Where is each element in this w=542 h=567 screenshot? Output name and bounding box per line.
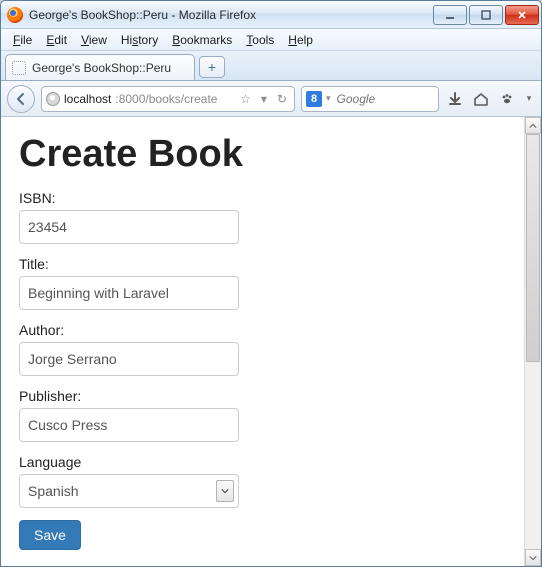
select-dropdown-button[interactable] xyxy=(216,480,234,502)
chevron-down-icon xyxy=(529,554,537,562)
toolbar-extra-button[interactable] xyxy=(497,89,517,109)
firefox-icon xyxy=(7,7,23,23)
menubar: File Edit View History Bookmarks Tools H… xyxy=(1,29,541,51)
home-button[interactable] xyxy=(471,89,491,109)
scroll-thumb[interactable] xyxy=(526,134,540,362)
scroll-track[interactable] xyxy=(525,134,541,549)
back-arrow-icon xyxy=(13,91,29,107)
paw-icon xyxy=(499,91,515,107)
title-input[interactable] xyxy=(19,276,239,310)
isbn-input[interactable] xyxy=(19,210,239,244)
url-rest: :8000/books/create xyxy=(115,92,217,106)
search-engine-icon: 8 xyxy=(306,91,322,107)
window-title: George's BookShop::Peru - Mozilla Firefo… xyxy=(29,8,433,22)
scroll-down-button[interactable] xyxy=(525,549,541,566)
menu-tools[interactable]: Tools xyxy=(240,32,280,48)
tab-label: George's BookShop::Peru xyxy=(32,61,171,75)
page-content: Create Book ISBN: Title: Author: Publish… xyxy=(1,117,524,566)
save-button[interactable]: Save xyxy=(19,520,81,550)
chevron-up-icon xyxy=(529,122,537,130)
chevron-down-icon xyxy=(221,487,229,495)
menu-edit[interactable]: Edit xyxy=(40,32,73,48)
titlebar: George's BookShop::Peru - Mozilla Firefo… xyxy=(1,1,541,29)
menu-history[interactable]: History xyxy=(115,32,164,48)
minimize-icon xyxy=(444,9,456,21)
tab-active[interactable]: George's BookShop::Peru xyxy=(5,54,195,80)
url-host: localhost xyxy=(64,92,111,106)
toolbar-overflow[interactable]: ▾ xyxy=(523,89,535,109)
close-icon xyxy=(516,9,528,21)
author-input[interactable] xyxy=(19,342,239,376)
url-box[interactable]: localhost :8000/books/create ☆ ▾ ↻ xyxy=(41,86,295,112)
title-label: Title: xyxy=(19,256,506,272)
menu-bookmarks[interactable]: Bookmarks xyxy=(166,32,238,48)
content-area: Create Book ISBN: Title: Author: Publish… xyxy=(1,117,541,566)
language-label: Language xyxy=(19,454,506,470)
search-box[interactable]: 8 ▾ xyxy=(301,86,439,112)
language-value: Spanish xyxy=(28,483,79,499)
menu-help[interactable]: Help xyxy=(282,32,319,48)
search-input[interactable] xyxy=(335,91,434,107)
minimize-button[interactable] xyxy=(433,5,467,25)
chevron-down-icon[interactable]: ▾ xyxy=(326,93,331,104)
menu-view[interactable]: View xyxy=(75,32,113,48)
tabstrip: George's BookShop::Peru + xyxy=(1,51,541,81)
page-icon xyxy=(12,61,26,75)
author-label: Author: xyxy=(19,322,506,338)
downloads-button[interactable] xyxy=(445,89,465,109)
reload-icon[interactable]: ↻ xyxy=(274,92,290,106)
back-button[interactable] xyxy=(7,85,35,113)
firefox-window: George's BookShop::Peru - Mozilla Firefo… xyxy=(0,0,542,567)
publisher-label: Publisher: xyxy=(19,388,506,404)
bookmark-star-icon[interactable]: ☆ xyxy=(237,92,254,106)
download-arrow-icon xyxy=(447,91,463,107)
plus-icon: + xyxy=(208,59,216,75)
isbn-label: ISBN: xyxy=(19,190,506,206)
maximize-icon xyxy=(480,9,492,21)
home-icon xyxy=(473,91,489,107)
scroll-up-button[interactable] xyxy=(525,117,541,134)
menu-file[interactable]: File xyxy=(7,32,38,48)
close-button[interactable] xyxy=(505,5,539,25)
vertical-scrollbar[interactable] xyxy=(524,117,541,566)
window-controls xyxy=(433,5,539,25)
new-tab-button[interactable]: + xyxy=(199,56,225,78)
navbar: localhost :8000/books/create ☆ ▾ ↻ 8 ▾ ▾ xyxy=(1,81,541,117)
maximize-button[interactable] xyxy=(469,5,503,25)
publisher-input[interactable] xyxy=(19,408,239,442)
chevron-down-icon: ▾ xyxy=(527,93,532,104)
page-heading: Create Book xyxy=(19,133,506,176)
language-select[interactable]: Spanish xyxy=(19,474,239,508)
dropdown-icon[interactable]: ▾ xyxy=(258,92,270,106)
globe-icon xyxy=(46,92,60,106)
